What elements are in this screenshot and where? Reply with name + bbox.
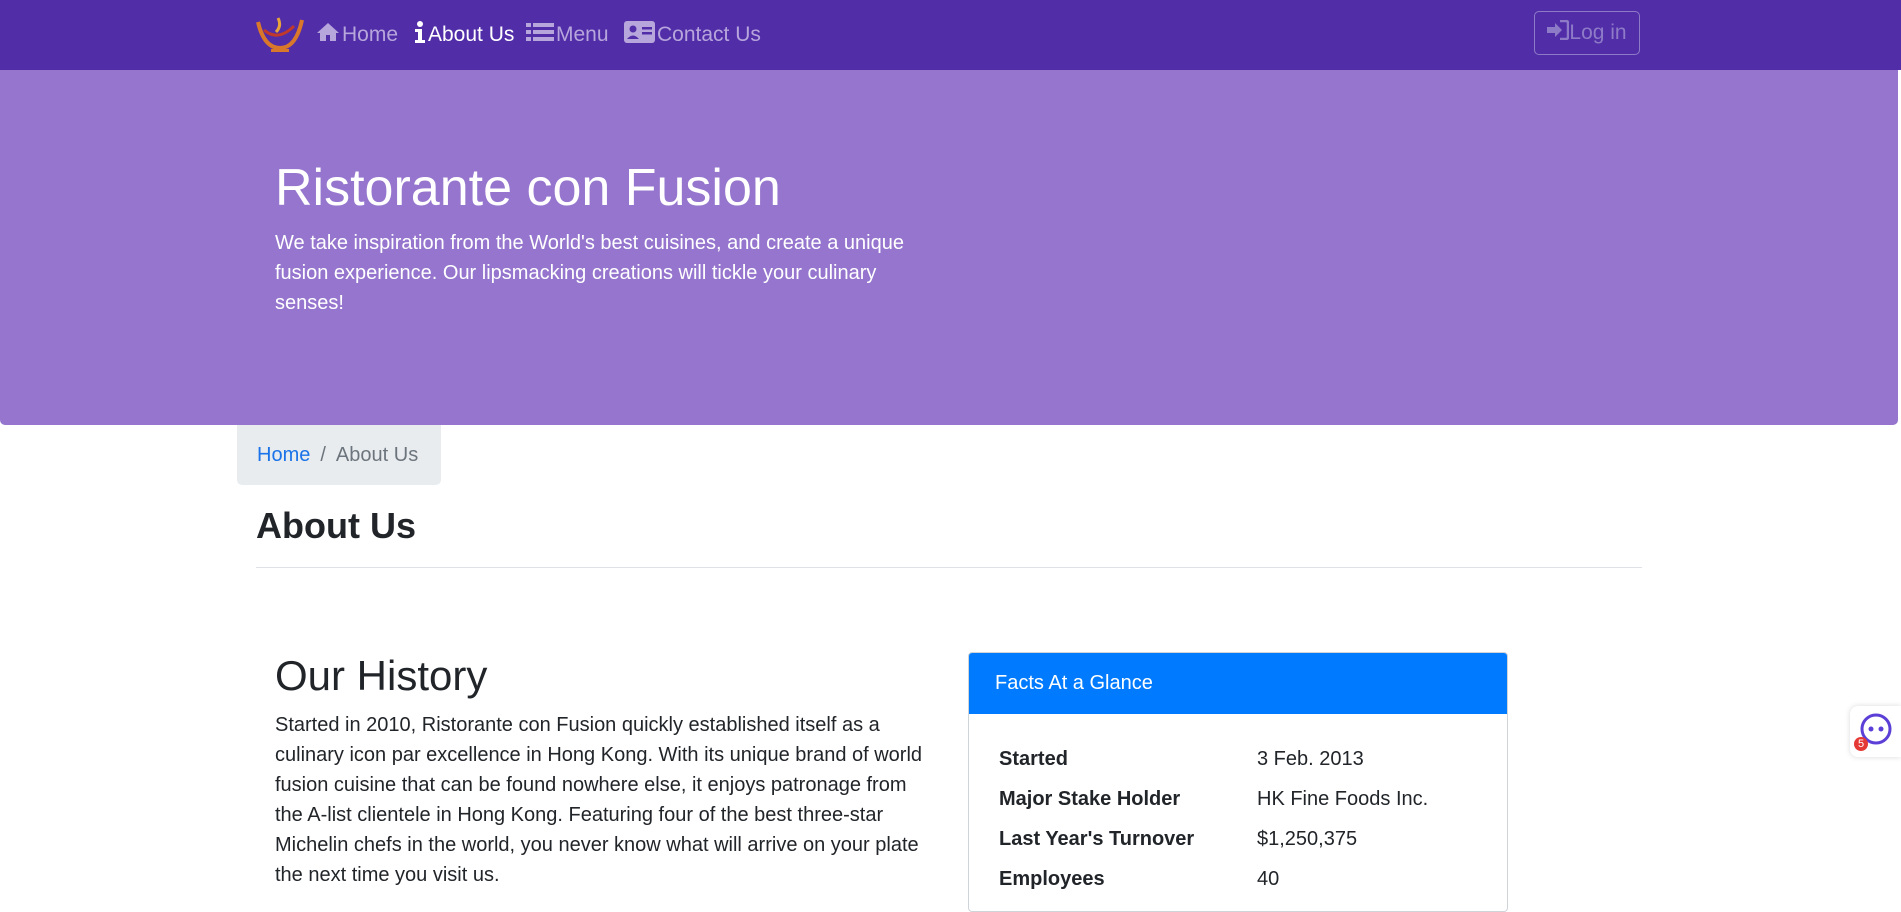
breadcrumb-current: About Us: [335, 443, 419, 466]
breadcrumb-home-link[interactable]: Home: [257, 444, 310, 467]
fact-value: 40: [1257, 868, 1280, 890]
restaurant-logo[interactable]: [254, 12, 304, 54]
page-title: About Us: [256, 505, 416, 546]
nav-about-us[interactable]: About Us: [414, 20, 514, 50]
fact-label: Last Year's Turnover: [999, 828, 1195, 850]
fact-label: Started: [999, 748, 1068, 770]
info-icon: [414, 21, 428, 49]
home-icon: [316, 22, 342, 48]
nav-contact-us-label: Contact Us: [657, 23, 761, 46]
fact-row: Last Year's Turnover $1,250,375: [999, 828, 1428, 868]
fact-row: Employees 40: [999, 868, 1428, 908]
fact-label: Employees: [999, 868, 1105, 890]
assistant-widget-button[interactable]: 5: [1850, 706, 1901, 757]
address-card-icon: [624, 21, 657, 49]
fact-value: HK Fine Foods Inc.: [1257, 788, 1429, 810]
navbar: Home About Us Menu Contact Us Log in: [0, 0, 1901, 70]
jumbotron-text: We take inspiration from the World's bes…: [275, 232, 904, 314]
breadcrumb-separator: /: [320, 443, 326, 466]
fact-row: Started 3 Feb. 2013: [999, 748, 1428, 788]
sign-in-icon: [1547, 19, 1570, 46]
nav-home[interactable]: Home: [316, 20, 398, 50]
nav-contact-us[interactable]: Contact Us: [624, 20, 761, 50]
jumbotron: Ristorante con Fusion We take inspiratio…: [0, 70, 1898, 425]
breadcrumb: Home / About Us: [237, 425, 441, 485]
fact-row: Major Stake Holder HK Fine Foods Inc.: [999, 788, 1428, 828]
fact-value: 3 Feb. 2013: [1257, 748, 1364, 770]
facts-card: Facts At a Glance Started 3 Feb. 2013 Ma…: [968, 652, 1508, 912]
jumbotron-title: Ristorante con Fusion: [275, 159, 781, 217]
login-button[interactable]: Log in: [1534, 11, 1640, 55]
fact-value: $1,250,375: [1257, 828, 1358, 850]
facts-list: Started 3 Feb. 2013 Major Stake Holder H…: [999, 748, 1428, 908]
notification-badge: 5: [1854, 737, 1868, 751]
nav-menu[interactable]: Menu: [526, 20, 609, 50]
facts-card-header: Facts At a Glance: [969, 653, 1507, 714]
nav-home-label: Home: [342, 23, 399, 46]
title-divider: [256, 567, 1642, 568]
login-label: Log in: [1569, 21, 1627, 44]
nav-about-us-label: About Us: [428, 23, 515, 46]
history-title: Our History: [275, 652, 488, 699]
history-text: Started in 2010, Ristorante con Fusion q…: [275, 714, 923, 886]
fact-label: Major Stake Holder: [999, 788, 1181, 810]
nav-menu-label: Menu: [556, 23, 609, 46]
list-icon: [526, 22, 556, 48]
